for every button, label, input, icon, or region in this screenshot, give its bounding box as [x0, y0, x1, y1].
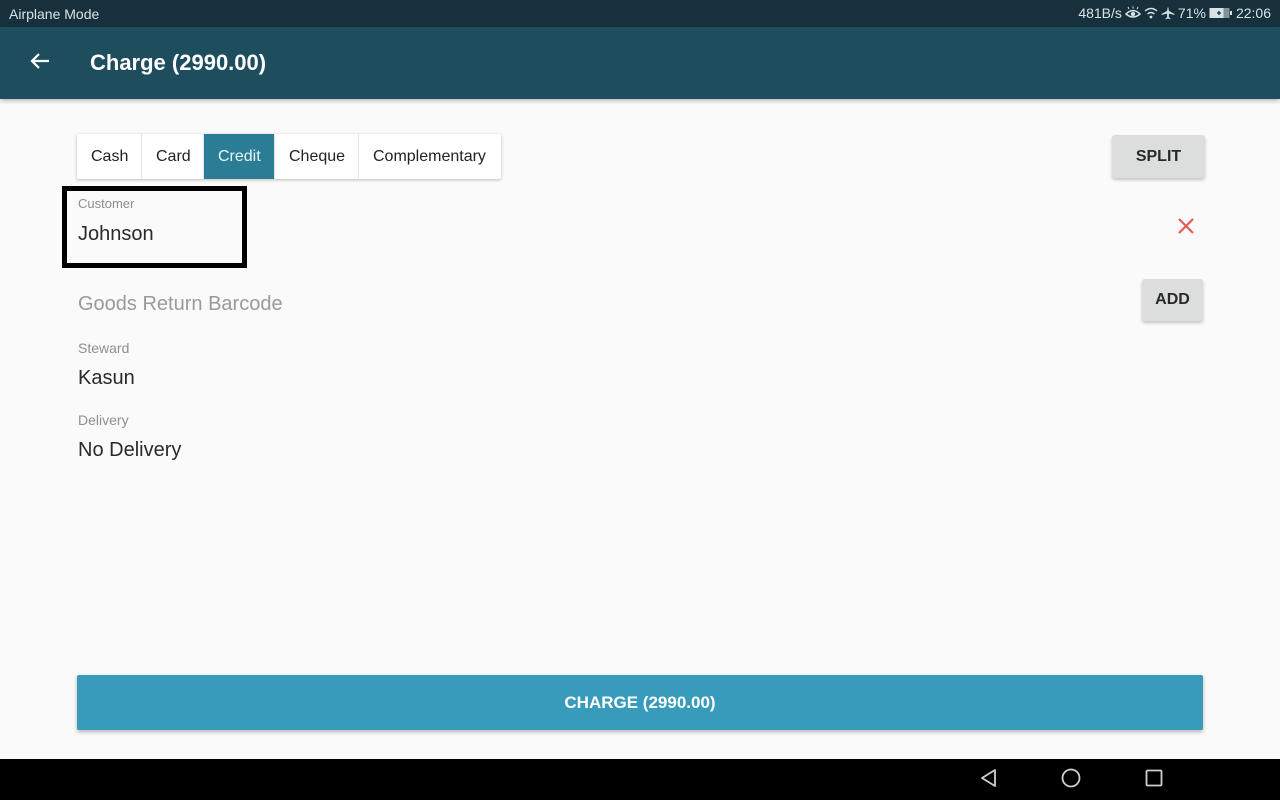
- arrow-left-icon: [30, 52, 50, 75]
- add-button[interactable]: ADD: [1142, 279, 1203, 321]
- eye-icon: [1124, 6, 1141, 20]
- status-bar: Airplane Mode 481B/s 71% 22:06: [0, 0, 1280, 27]
- charge-button[interactable]: CHARGE (2990.00): [77, 675, 1203, 730]
- tab-cash[interactable]: Cash: [77, 134, 142, 179]
- tab-cheque[interactable]: Cheque: [275, 134, 359, 179]
- wifi-icon: [1144, 6, 1158, 20]
- clock: 22:06: [1235, 5, 1271, 21]
- battery-icon: [1209, 7, 1233, 19]
- steward-label: Steward: [78, 340, 130, 356]
- tab-card[interactable]: Card: [142, 134, 204, 179]
- airplane-mode-text: Airplane Mode: [9, 6, 100, 22]
- app-bar: Charge (2990.00): [0, 27, 1280, 99]
- tab-credit[interactable]: Credit: [204, 134, 275, 179]
- tab-complementary[interactable]: Complementary: [359, 134, 501, 179]
- nav-back-button[interactable]: [976, 767, 1002, 793]
- net-speed: 481B/s: [1078, 5, 1122, 21]
- battery-percent: 71%: [1177, 5, 1206, 21]
- status-icons: 481B/s 71% 22:06: [1078, 5, 1271, 21]
- customer-value[interactable]: Johnson: [78, 223, 154, 246]
- customer-label: Customer: [78, 196, 135, 211]
- payment-method-tabs: Cash Card Credit Cheque Complementary: [77, 134, 501, 179]
- goods-return-barcode-input[interactable]: Goods Return Barcode: [78, 293, 283, 316]
- home-circle-icon: [1060, 767, 1082, 794]
- nav-home-button[interactable]: [1058, 767, 1084, 793]
- system-nav-bar: [0, 759, 1280, 800]
- clear-customer-button[interactable]: [1174, 216, 1198, 240]
- back-button[interactable]: [24, 47, 56, 79]
- close-icon: [1177, 217, 1195, 240]
- delivery-label: Delivery: [78, 412, 129, 428]
- steward-value[interactable]: Kasun: [78, 367, 135, 390]
- page-title: Charge (2990.00): [90, 50, 267, 75]
- recents-square-icon: [1144, 768, 1164, 793]
- airplane-icon: [1161, 6, 1175, 20]
- back-triangle-icon: [979, 768, 999, 793]
- split-button[interactable]: SPLIT: [1112, 135, 1205, 178]
- delivery-value[interactable]: No Delivery: [78, 439, 181, 462]
- nav-recents-button[interactable]: [1141, 767, 1167, 793]
